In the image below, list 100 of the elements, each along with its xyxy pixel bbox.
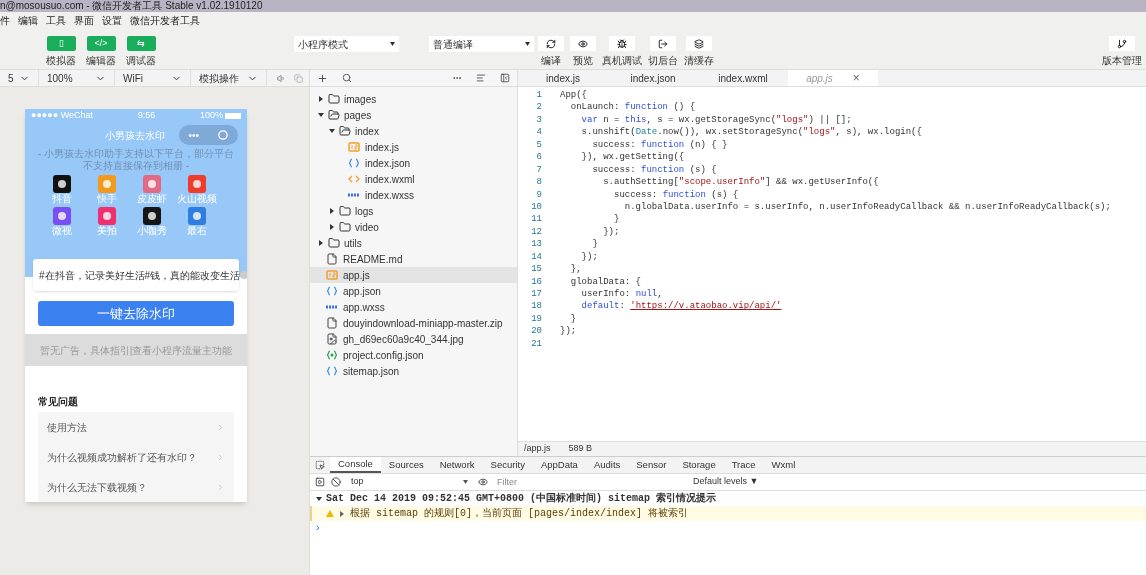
collapse-icon[interactable]: [476, 73, 486, 83]
menu-item[interactable]: 件: [0, 12, 10, 28]
editor-tab[interactable]: index.json: [608, 70, 698, 86]
devtools-tab[interactable]: Console: [330, 457, 381, 473]
devtools-tab[interactable]: Security: [482, 457, 533, 473]
console-prompt[interactable]: ›: [310, 521, 1146, 533]
line-number: 4: [535, 126, 543, 139]
clear-console-icon[interactable]: [331, 477, 341, 487]
file-item[interactable]: index.js: [310, 139, 517, 155]
line-number: 9: [535, 188, 543, 201]
folder-item[interactable]: video: [310, 219, 517, 235]
file-item[interactable]: app.json: [310, 283, 517, 299]
toolbar-action-button[interactable]: 真机调试: [602, 36, 642, 68]
clock-text: 9:56: [137, 109, 156, 122]
menu-item[interactable]: 设置: [102, 12, 122, 28]
warning-icon: [326, 510, 334, 517]
inspect-icon[interactable]: [315, 460, 325, 470]
folder-icon: [339, 205, 351, 217]
file-item[interactable]: sitemap.json: [310, 363, 517, 379]
version-button[interactable]: 版本管理: [1102, 36, 1142, 68]
file-item[interactable]: README.md: [310, 251, 517, 267]
faq-title: 常见问题: [38, 395, 79, 409]
add-icon[interactable]: [317, 72, 328, 84]
devtools-tab[interactable]: Storage: [674, 457, 724, 473]
folder-item[interactable]: pages: [310, 107, 517, 123]
operation-select[interactable]: 模拟操作: [191, 70, 267, 86]
filter-field[interactable]: Filter: [494, 475, 684, 489]
menu-item[interactable]: 界面: [74, 12, 94, 28]
caret-right-icon: [318, 96, 324, 102]
close-icon[interactable]: ×: [852, 69, 860, 87]
file-item[interactable]: douyindownload-miniapp-master.zip: [310, 315, 517, 331]
line-number: 7: [535, 163, 543, 177]
folder-item[interactable]: images: [310, 91, 517, 107]
volume-icon[interactable]: [277, 73, 286, 83]
menu-item[interactable]: 微信开发者工具: [130, 12, 200, 28]
line-number: 6: [535, 151, 543, 164]
editor-tab[interactable]: app.js ×: [788, 70, 878, 86]
toolbar-action-button[interactable]: 切后台: [648, 36, 678, 68]
folder-item[interactable]: utils: [310, 235, 517, 251]
toolbar-action-button[interactable]: 清缓存: [684, 36, 714, 68]
menu-item[interactable]: 编辑: [18, 12, 38, 28]
devtools-tab[interactable]: AppData: [532, 457, 586, 473]
faq-item[interactable]: 为什么视频成功解析了还有水印？: [38, 442, 234, 472]
editor-tab[interactable]: index.js: [518, 70, 608, 86]
network-select[interactable]: WiFi: [115, 70, 191, 86]
file-item[interactable]: app.wxss: [310, 299, 517, 315]
devtools-tab[interactable]: Sources: [380, 457, 432, 473]
devtools-tab[interactable]: Sensor: [628, 457, 675, 473]
devtools-tab[interactable]: Audits: [585, 457, 629, 473]
app-icon[interactable]: [52, 175, 71, 193]
app-icon[interactable]: [142, 207, 161, 225]
faq-item[interactable]: 为什么无法下载视频？: [38, 472, 234, 502]
toggle-label: 模拟器: [46, 54, 76, 68]
folder-item[interactable]: index: [310, 123, 517, 139]
console-warning: 根据 sitemap 的规则[0]，当前页面 [pages/index/index] 将被索引: [310, 506, 1146, 521]
folder-item[interactable]: logs: [310, 203, 517, 219]
dropdown-caret-icon: [525, 42, 530, 46]
file-item[interactable]: index.wxss: [310, 187, 517, 203]
file-item[interactable]: index.wxml: [310, 171, 517, 187]
branch-icon: [1117, 38, 1127, 49]
panel-icon[interactable]: [500, 73, 510, 83]
code-line: });: [602, 225, 620, 239]
window-title: n@mosousuo.com - 微信开发者工具 Stable v1.02.1910120: [0, 0, 263, 12]
search-icon[interactable]: [342, 73, 352, 83]
folder-icon: [328, 109, 340, 121]
editor-tab[interactable]: index.wxml: [698, 70, 788, 86]
image-file-icon: [326, 333, 338, 345]
app-label: 美拍: [96, 225, 117, 237]
devtools-tab[interactable]: Network: [431, 457, 483, 473]
devtools-tab[interactable]: Wxml: [763, 457, 804, 473]
js-file-icon: [326, 270, 338, 280]
file-item[interactable]: project.config.json: [310, 347, 517, 363]
zoom-select[interactable]: 100%: [39, 70, 115, 86]
toggle-label: 调试器: [126, 54, 156, 68]
file-item[interactable]: app.js: [310, 267, 517, 283]
file-item[interactable]: index.json: [310, 155, 517, 171]
eye-icon[interactable]: [478, 477, 488, 487]
context-select[interactable]: top: [347, 475, 472, 489]
code-line: n.globalData.userInfo = s.userInfo, n.userInfoReadyCallback && n.userInfoReadyCallback(s);: [623, 200, 1111, 214]
device-select[interactable]: 5: [0, 70, 39, 86]
file-path: /app.js: [524, 442, 551, 456]
levels-select[interactable]: Default levels ▼: [693, 475, 759, 489]
carrier-text: ●●●●● WeChat: [31, 109, 94, 122]
remove-watermark-button[interactable]: 一键去除水印: [38, 301, 234, 326]
sidebar-icon[interactable]: [315, 477, 325, 487]
console-group[interactable]: Sat Dec 14 2019 09:52:45 GMT+0800 (中国标准时间) sitemap 索引情况提示: [310, 491, 1146, 506]
js-file-icon: [348, 142, 360, 152]
menu-item[interactable]: 工具: [46, 12, 66, 28]
compile-select[interactable]: 普通编译: [429, 36, 534, 52]
braces-file-icon: [348, 158, 360, 168]
code-line: }: [569, 312, 577, 326]
config-file-icon: [326, 350, 338, 360]
toolbar-action-button[interactable]: 预览: [570, 36, 596, 68]
faq-item[interactable]: 使用方法: [38, 412, 234, 442]
file-item[interactable]: gh_d69ec60a9c40_344.jpg: [310, 331, 517, 347]
devtools-tab[interactable]: Trace: [723, 457, 764, 473]
battery-text: 100%: [199, 109, 223, 122]
mode-select[interactable]: 小程序模式: [294, 36, 399, 52]
toolbar-action-button[interactable]: 编译: [538, 36, 564, 68]
line-number: 17: [530, 288, 543, 301]
